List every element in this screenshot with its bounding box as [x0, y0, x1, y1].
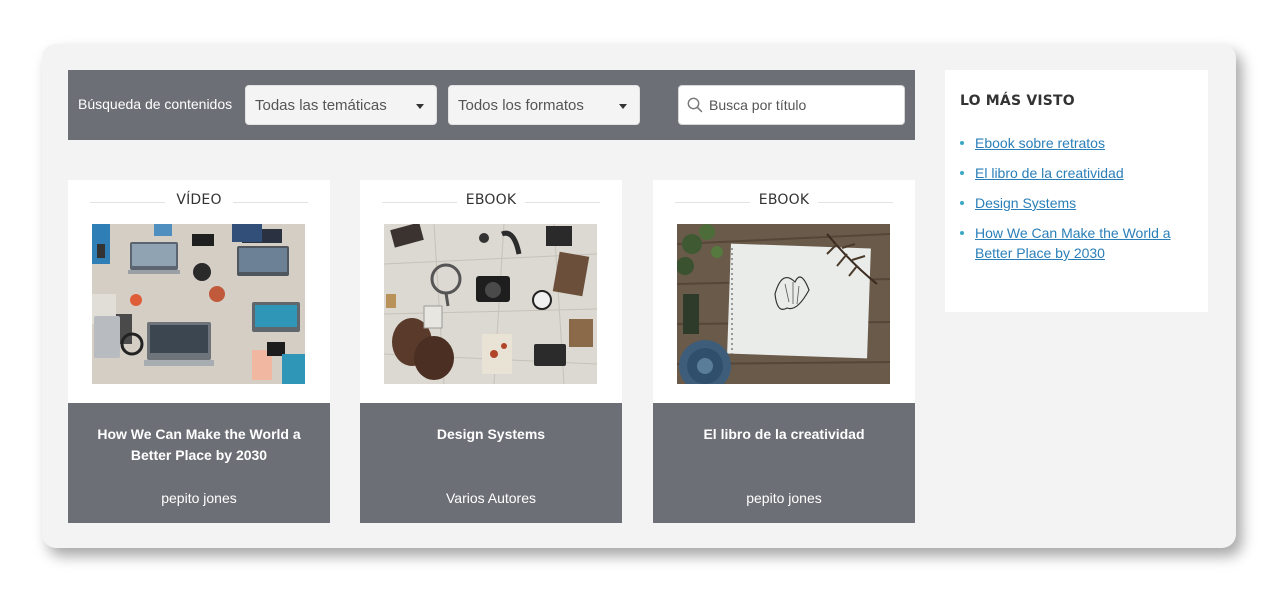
most-viewed-link[interactable]: El libro de la creatividad [975, 165, 1124, 181]
card-author: pepito jones [161, 490, 237, 506]
content-card[interactable]: EBOOK El libro de la creatividad pepito … [653, 180, 915, 523]
bullet-icon [960, 171, 964, 175]
content-type-label: EBOOK [465, 192, 517, 208]
card-author: Varios Autores [445, 490, 536, 506]
content-card[interactable]: EBOOK Design Systems Varios Autores [360, 180, 622, 523]
most-viewed-link[interactable]: How We Can Make the World a Better Place… [975, 225, 1171, 261]
topic-select-value: Todas las temáticas [255, 97, 387, 114]
list-item: Ebook sobre retratos [957, 133, 1197, 153]
card-author: pepito jones [746, 490, 822, 506]
content-card[interactable]: VÍDEO How We Can Make the World a Better… [68, 180, 330, 523]
card-title[interactable]: El libro de la creatividad [667, 424, 901, 445]
list-item: How We Can Make the World a Better Place… [957, 223, 1197, 263]
chevron-down-icon [619, 104, 627, 109]
search-label: Búsqueda de contenidos [78, 96, 233, 112]
bullet-icon [960, 141, 964, 145]
card-title[interactable]: How We Can Make the World a Better Place… [82, 424, 316, 466]
bullet-icon [960, 231, 964, 235]
most-viewed-widget: LO MÁS VISTO Ebook sobre retratos El lib… [945, 70, 1208, 312]
content-type-label: VÍDEO [176, 192, 222, 208]
content-type-label: EBOOK [758, 192, 810, 208]
most-viewed-heading: LO MÁS VISTO [960, 93, 1075, 109]
format-select[interactable]: Todos los formatos [448, 85, 640, 125]
most-viewed-list: Ebook sobre retratos El libro de la crea… [957, 133, 1197, 273]
most-viewed-link[interactable]: Ebook sobre retratos [975, 135, 1105, 151]
title-search-field[interactable] [678, 85, 905, 125]
format-select-value: Todos los formatos [458, 97, 584, 114]
chevron-down-icon [416, 104, 424, 109]
search-icon [687, 97, 703, 113]
content-search-bar: Búsqueda de contenidos Todas las temátic… [68, 70, 915, 140]
card-thumbnail[interactable] [384, 224, 597, 384]
list-item: Design Systems [957, 193, 1197, 213]
bullet-icon [960, 201, 964, 205]
card-footer[interactable]: Design Systems Varios Autores [360, 403, 622, 523]
title-search-input[interactable] [709, 92, 899, 118]
topic-select[interactable]: Todas las temáticas [245, 85, 437, 125]
card-footer[interactable]: How We Can Make the World a Better Place… [68, 403, 330, 523]
card-thumbnail[interactable] [677, 224, 890, 384]
card-thumbnail[interactable] [92, 224, 305, 384]
card-title[interactable]: Design Systems [374, 424, 608, 445]
card-footer[interactable]: El libro de la creatividad pepito jones [653, 403, 915, 523]
list-item: El libro de la creatividad [957, 163, 1197, 183]
most-viewed-link[interactable]: Design Systems [975, 195, 1076, 211]
